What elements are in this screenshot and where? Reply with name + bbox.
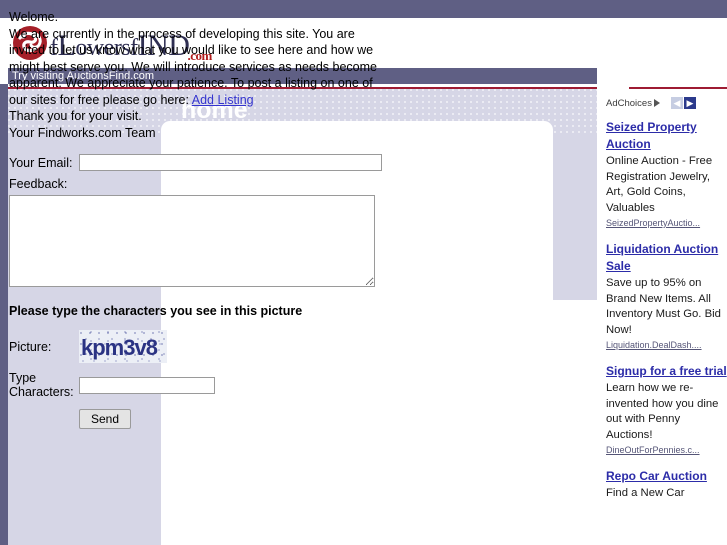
- content-card-body: Welome. We are currently in the process …: [0, 0, 392, 429]
- red-divider-right: [629, 87, 727, 89]
- captcha-image: kpm3v8: [79, 330, 167, 363]
- chevron-left-icon[interactable]: ◀: [670, 97, 683, 109]
- ad-description: Find a New Car: [606, 487, 685, 499]
- email-label: Your Email:: [9, 155, 73, 170]
- ad-sidebar: AdChoices ◀ ▶ Seized Property Auction On…: [606, 96, 727, 545]
- captcha-picture-row: Picture: kpm3v8: [9, 330, 382, 363]
- ad-description: Online Auction - Free Registration Jewel…: [606, 155, 713, 214]
- ad-item: Signup for a free trial Learn how we re-…: [606, 363, 727, 455]
- ad-description: Save up to 95% on Brand New Items. All I…: [606, 277, 721, 336]
- ad-item: Liquidation Auction Sale Save up to 95% …: [606, 241, 727, 350]
- captcha-heading: Please type the characters you see in th…: [9, 304, 303, 318]
- ad-nav-arrows: ◀ ▶: [670, 97, 696, 109]
- adchoices-triangle-icon[interactable]: [653, 99, 660, 107]
- picture-label: Picture:: [9, 339, 52, 354]
- email-row: Your Email:: [9, 154, 382, 171]
- ad-url-link[interactable]: SeizedPropertyAuctio...: [606, 218, 727, 228]
- feedback-label: Feedback:: [9, 177, 68, 191]
- adchoices-label[interactable]: AdChoices: [606, 98, 652, 109]
- send-row: Send: [79, 409, 382, 429]
- ad-title-link[interactable]: Repo Car Auction: [606, 468, 727, 485]
- feedback-textarea[interactable]: [9, 195, 375, 287]
- welcome-text: Welome. We are currently in the process …: [9, 9, 382, 141]
- captcha-input-row: Type Characters:: [9, 371, 382, 399]
- ad-title-link[interactable]: Signup for a free trial: [606, 363, 727, 380]
- captcha-text: kpm3v8: [81, 335, 158, 360]
- welcome-thanks: Thank you for your visit.: [9, 109, 142, 123]
- page-root: fLowersfIND.com Try visiting AuctionsFin…: [0, 0, 727, 545]
- email-input[interactable]: [79, 154, 382, 171]
- send-button[interactable]: Send: [79, 409, 132, 429]
- ad-item: Seized Property Auction Online Auction -…: [606, 119, 727, 228]
- adchoices-row: AdChoices ◀ ▶: [606, 96, 727, 110]
- feedback-form: Your Email: Feedback: Please type the ch…: [9, 154, 382, 429]
- ad-item: Repo Car Auction Find a New Car: [606, 468, 727, 502]
- welcome-team: Your Findworks.com Team: [9, 125, 156, 140]
- ad-description: Learn how we re-invented how you dine ou…: [606, 382, 719, 441]
- ad-title-link[interactable]: Liquidation Auction Sale: [606, 241, 727, 275]
- type-characters-label: Type Characters:: [9, 371, 74, 399]
- captcha-input[interactable]: [79, 376, 215, 394]
- ad-title-link[interactable]: Seized Property Auction: [606, 119, 727, 153]
- welcome-greeting: Welome.: [9, 10, 59, 24]
- add-listing-link[interactable]: Add Listing: [192, 93, 254, 107]
- welcome-paragraph: We are currently in the process of devel…: [9, 26, 382, 109]
- chevron-right-icon[interactable]: ▶: [683, 97, 696, 109]
- ad-url-link[interactable]: Liquidation.DealDash....: [606, 340, 727, 350]
- ad-url-link[interactable]: DineOutForPennies.c...: [606, 445, 727, 455]
